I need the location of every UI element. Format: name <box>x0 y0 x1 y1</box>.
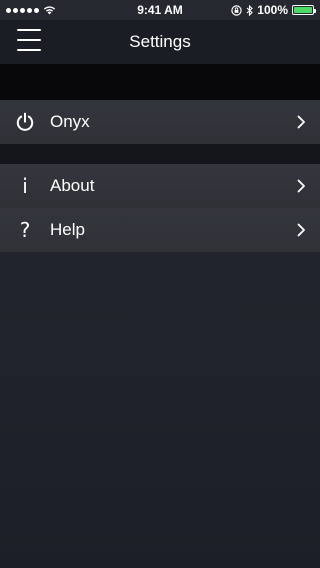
status-bar: 9:41 AM 100% <box>0 0 320 20</box>
chevron-right-icon <box>297 115 305 129</box>
page-title: Settings <box>129 32 191 51</box>
power-icon <box>15 112 35 132</box>
orientation-lock-icon <box>231 4 242 16</box>
status-left <box>0 5 56 15</box>
settings-row-label: Onyx <box>50 112 90 131</box>
battery-percent: 100% <box>257 3 288 17</box>
settings-row-label: Help <box>50 220 85 239</box>
chevron-right-icon <box>297 223 305 237</box>
section-spacer <box>0 64 320 100</box>
battery-fill <box>294 7 312 13</box>
question-icon: ? <box>19 218 31 242</box>
bluetooth-icon <box>246 4 254 16</box>
chevron-right-icon <box>297 179 305 193</box>
settings-row-onyx[interactable]: Onyx <box>0 100 320 144</box>
info-icon: i <box>22 174 28 198</box>
settings-row-help[interactable]: ? Help <box>0 208 320 252</box>
signal-strength-icon <box>6 7 39 13</box>
section-spacer <box>0 144 320 164</box>
settings-row-label: About <box>50 176 95 195</box>
status-right: 100% <box>231 3 320 17</box>
navigation-bar: Settings <box>0 20 320 64</box>
battery-icon <box>292 5 316 15</box>
wifi-icon <box>43 6 56 15</box>
settings-row-about[interactable]: i About <box>0 164 320 208</box>
